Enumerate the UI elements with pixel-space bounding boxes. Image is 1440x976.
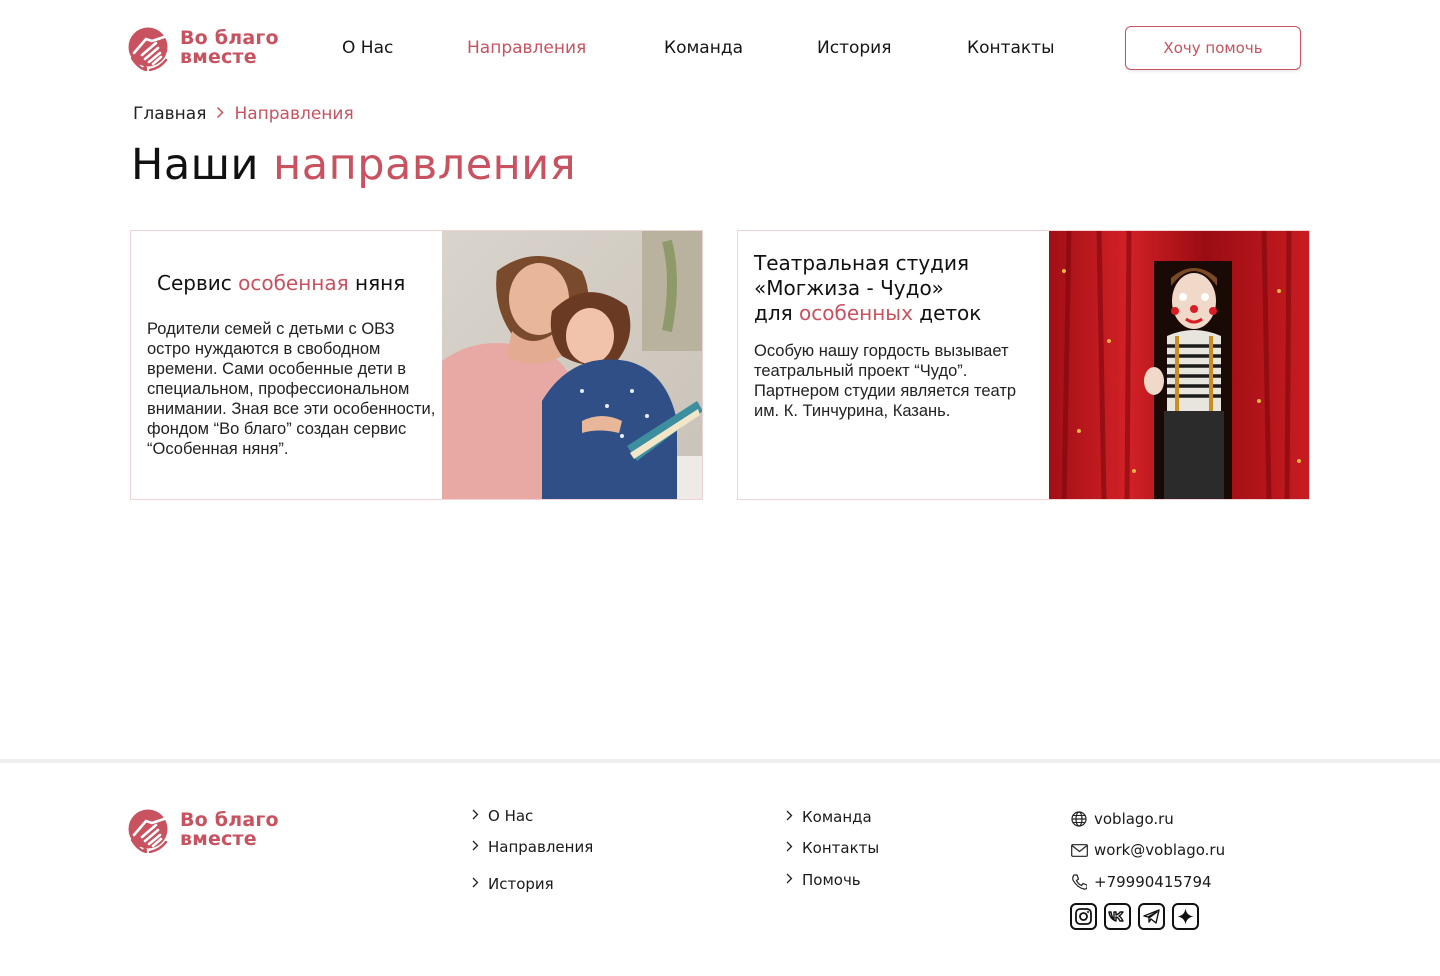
mail-icon — [1070, 841, 1088, 859]
footer-link-team[interactable]: Команда — [786, 808, 872, 826]
chevron-right-icon — [472, 809, 480, 824]
breadcrumb: Главная Направления — [133, 104, 354, 124]
breadcrumb-current: Направления — [234, 104, 354, 124]
vk-icon[interactable] — [1104, 903, 1131, 930]
chevron-right-icon — [472, 840, 480, 855]
sparkle-icon[interactable] — [1172, 903, 1199, 930]
nav-item-history[interactable]: История — [817, 38, 891, 58]
card-title-after: деток — [919, 301, 982, 325]
phone-icon — [1070, 873, 1088, 891]
nav-item-contacts[interactable]: Контакты — [967, 38, 1055, 58]
card-title-accent: особенных — [799, 301, 913, 325]
contact-email[interactable]: work@voblago.ru — [1070, 841, 1225, 859]
logo-line-2: вместе — [180, 828, 257, 850]
instagram-icon[interactable] — [1070, 903, 1097, 930]
want-to-help-button[interactable]: Хочу помочь — [1125, 26, 1301, 70]
card-title-line-2: «Могжиза - Чудо» — [754, 276, 944, 300]
card-title-after: няня — [355, 271, 406, 295]
card-text: Сервис особенная няня Родители семей с д… — [131, 231, 442, 499]
card-title-line-3: для особенных деток — [754, 301, 1044, 326]
direction-card-nanny[interactable]: Сервис особенная няня Родители семей с д… — [130, 230, 703, 500]
site-footer: Во благо вместе О Нас Направления Истори… — [0, 759, 1440, 976]
page-title-accent: направления — [273, 140, 577, 190]
card-description: Родители семей с детьми с ОВЗ остро нужд… — [147, 320, 436, 458]
footer-link-label: Контакты — [802, 839, 880, 857]
card-title-before: Сервис — [157, 271, 232, 295]
footer-link-help[interactable]: Помочь — [786, 871, 861, 889]
footer-logo[interactable]: Во благо вместе — [128, 807, 279, 854]
contact-site-text: voblago.ru — [1094, 810, 1174, 828]
nav-item-directions[interactable]: Направления — [467, 38, 586, 58]
chevron-right-icon — [786, 810, 794, 825]
footer-link-label: Помочь — [802, 871, 861, 889]
site-header: Во благо вместе О Нас Направления Команд… — [0, 0, 1440, 100]
footer-link-directions[interactable]: Направления — [472, 838, 593, 856]
chevron-right-icon — [216, 106, 224, 123]
card-title-line-1: Театральная студия — [754, 251, 970, 275]
logo-text: Во благо вместе — [180, 811, 279, 849]
chevron-right-icon — [472, 877, 480, 892]
card-title-before: для — [754, 301, 793, 325]
footer-link-contacts[interactable]: Контакты — [786, 839, 879, 857]
logo-text: Во благо вместе — [180, 29, 279, 67]
logo[interactable]: Во благо вместе — [128, 25, 279, 72]
contact-phone-text: +79990415794 — [1094, 873, 1212, 891]
direction-card-theatre[interactable]: Театральная студия «Могжиза - Чудо» для … — [737, 230, 1310, 500]
logo-line-2: вместе — [180, 46, 257, 68]
card-title: Сервис особенная няня — [157, 271, 405, 296]
card-title: Театральная студия «Могжиза - Чудо» для … — [754, 251, 1044, 326]
handshake-logo-icon — [128, 807, 170, 854]
footer-link-label: История — [488, 875, 554, 893]
breadcrumb-home[interactable]: Главная — [133, 104, 206, 124]
card-description: Особую нашу гордость вызывает театральны… — [754, 342, 1017, 420]
page-title-plain: Наши — [131, 140, 259, 190]
chevron-right-icon — [786, 841, 794, 856]
card-text: Театральная студия «Могжиза - Чудо» для … — [738, 231, 1049, 499]
globe-icon — [1070, 810, 1088, 828]
telegram-icon[interactable] — [1138, 903, 1165, 930]
social-links — [1070, 903, 1199, 930]
contact-site[interactable]: voblago.ru — [1070, 810, 1174, 828]
contact-phone[interactable]: +79990415794 — [1070, 873, 1212, 891]
footer-link-history[interactable]: История — [472, 875, 554, 893]
footer-link-about[interactable]: О Нас — [472, 807, 533, 825]
child-clown-curtain-photo — [1048, 231, 1309, 499]
nav-item-team[interactable]: Команда — [664, 38, 743, 58]
chevron-right-icon — [786, 873, 794, 888]
contact-email-text: work@voblago.ru — [1094, 841, 1226, 859]
mother-reading-photo — [441, 231, 702, 499]
page-title: Наши направления — [131, 140, 576, 190]
footer-link-label: Команда — [802, 808, 872, 826]
footer-link-label: Направления — [488, 838, 594, 856]
card-title-accent: особенная — [238, 271, 349, 295]
nav-item-about[interactable]: О Нас — [342, 38, 393, 58]
footer-link-label: О Нас — [488, 807, 534, 825]
handshake-logo-icon — [128, 25, 170, 72]
